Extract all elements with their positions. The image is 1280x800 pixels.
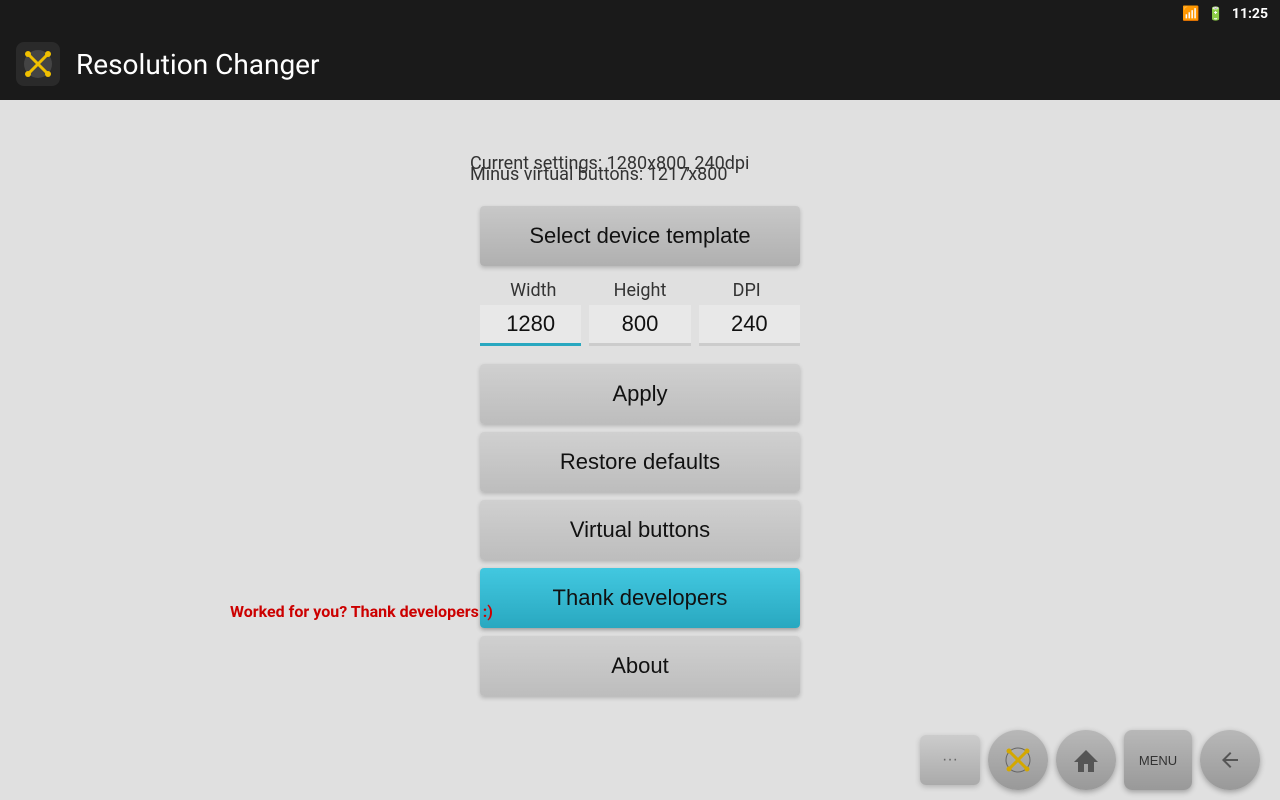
status-time: 11:25 [1232, 6, 1268, 22]
app-icon [16, 42, 60, 86]
height-wrap [589, 305, 690, 346]
dots-button[interactable]: ··· [920, 735, 980, 785]
fields-container: Width Height DPI [480, 280, 800, 346]
width-label: Width [480, 280, 587, 301]
width-wrap [480, 305, 581, 346]
thank-developers-button[interactable]: Thank developers [480, 568, 800, 628]
thank-row: Worked for you? Thank developers :) Than… [480, 568, 800, 636]
cross-nav-button[interactable] [988, 730, 1048, 790]
wifi-icon: 📶 [1182, 6, 1199, 22]
menu-button[interactable]: MENU [1124, 730, 1192, 790]
thank-side-label: Worked for you? Thank developers :) [230, 602, 493, 621]
nav-bar: ··· MENU [0, 720, 1280, 800]
virtual-buttons-button[interactable]: Virtual buttons [480, 500, 800, 560]
dots-label: ··· [942, 751, 958, 769]
height-input[interactable] [589, 305, 690, 346]
restore-defaults-button[interactable]: Restore defaults [480, 432, 800, 492]
status-bar: 📶 🔋 11:25 [0, 0, 1280, 28]
app-title: Resolution Changer [76, 48, 320, 81]
width-input[interactable] [480, 305, 581, 346]
center-panel: Current settings: 1280x800, 240dpi Minus… [470, 150, 810, 704]
dpi-label: DPI [693, 280, 800, 301]
dpi-wrap [699, 305, 800, 346]
current-settings-line2: Minus virtual buttons: 1217x800 [470, 161, 727, 190]
field-labels: Width Height DPI [480, 280, 800, 301]
dpi-input[interactable] [699, 305, 800, 346]
battery-icon: 🔋 [1208, 7, 1224, 22]
select-template-button[interactable]: Select device template [480, 206, 800, 266]
field-inputs [480, 305, 800, 346]
apply-button[interactable]: Apply [480, 364, 800, 424]
about-button[interactable]: About [480, 636, 800, 696]
back-button[interactable] [1200, 730, 1260, 790]
app-bar: Resolution Changer [0, 28, 1280, 100]
menu-label: MENU [1139, 753, 1177, 768]
home-button[interactable] [1056, 730, 1116, 790]
height-label: Height [587, 280, 694, 301]
main-content: Current settings: 1280x800, 240dpi Minus… [0, 100, 1280, 800]
